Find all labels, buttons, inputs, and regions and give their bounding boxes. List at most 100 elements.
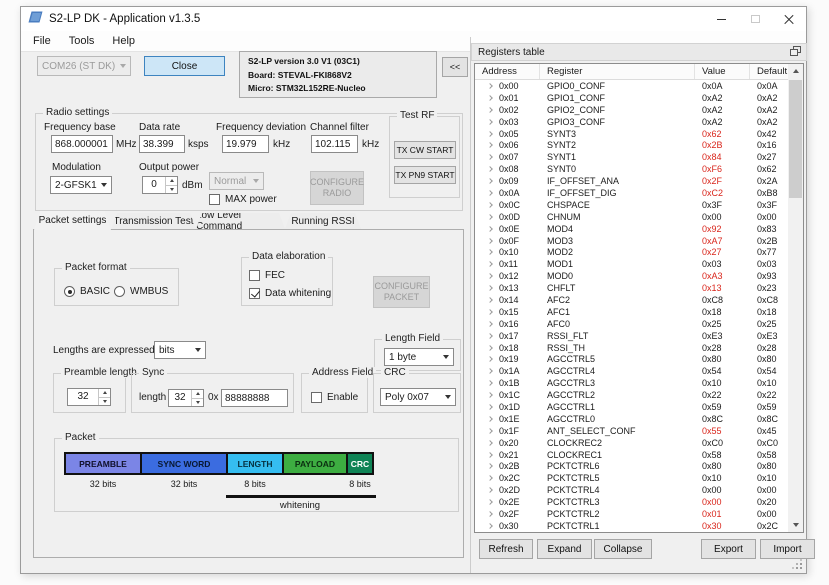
register-row[interactable]: 0x20CLOCKREC20xC00xC0 (475, 437, 790, 449)
expand-chevron-icon[interactable] (487, 392, 493, 398)
address-enable-checkbox[interactable] (311, 392, 322, 403)
expand-chevron-icon[interactable] (487, 357, 493, 363)
close-window-button[interactable] (772, 7, 806, 31)
register-row[interactable]: 0x2EPCKTCTRL30x000x20 (475, 496, 790, 508)
register-row[interactable]: 0x19AGCCTRL50x800x80 (475, 353, 790, 365)
expand-chevron-icon[interactable] (487, 416, 493, 422)
expand-chevron-icon[interactable] (487, 226, 493, 232)
register-row[interactable]: 0x1EAGCCTRL00x8C0x8C (475, 413, 790, 425)
expand-chevron-icon[interactable] (487, 143, 493, 149)
expand-chevron-icon[interactable] (487, 178, 493, 184)
tx-cw-start-button[interactable]: TX CW START (394, 141, 456, 159)
register-row[interactable]: 0x08SYNT00xF60x62 (475, 163, 790, 175)
register-row[interactable]: 0x1FANT_SELECT_CONF0x550x45 (475, 425, 790, 437)
close-connection-button[interactable]: Close (144, 56, 225, 76)
resize-grip[interactable] (792, 559, 802, 569)
refresh-button[interactable]: Refresh (479, 539, 533, 559)
register-row[interactable]: 0x07SYNT10x840x27 (475, 151, 790, 163)
menu-item-help[interactable]: Help (103, 33, 144, 49)
spin-down-icon[interactable] (166, 186, 177, 194)
expand-chevron-icon[interactable] (487, 309, 493, 315)
sync-word-input[interactable] (221, 389, 288, 407)
tab-transmission-test[interactable]: Transmission Test (111, 213, 196, 229)
register-row[interactable]: 0x0EMOD40x920x83 (475, 223, 790, 235)
data-whitening-checkbox[interactable] (249, 288, 260, 299)
register-row[interactable]: 0x00GPIO0_CONF0x0A0x0A (475, 80, 790, 92)
data-rate-input[interactable] (139, 135, 185, 153)
register-row[interactable]: 0x03GPIO3_CONF0xA20xA2 (475, 116, 790, 128)
expand-button[interactable]: Expand (537, 539, 592, 559)
expand-chevron-icon[interactable] (487, 404, 493, 410)
minimize-button[interactable] (704, 7, 738, 31)
expand-chevron-icon[interactable] (487, 297, 493, 303)
collapse-button[interactable]: Collapse (594, 539, 652, 559)
register-row[interactable]: 0x02GPIO2_CONF0xA20xA2 (475, 104, 790, 116)
tx-pn9-start-button[interactable]: TX PN9 START (394, 166, 456, 184)
frequency-deviation-input[interactable] (222, 135, 269, 153)
fec-checkbox[interactable] (249, 270, 260, 281)
expand-chevron-icon[interactable] (487, 511, 493, 517)
expand-chevron-icon[interactable] (487, 464, 493, 470)
export-button[interactable]: Export (701, 539, 756, 559)
scroll-up-icon[interactable] (788, 64, 803, 78)
configure-packet-button[interactable]: CONFIGURE PACKET (373, 276, 430, 308)
expand-chevron-icon[interactable] (487, 345, 493, 351)
register-row[interactable]: 0x13CHFLT0x130x23 (475, 282, 790, 294)
register-row[interactable]: 0x0AIF_OFFSET_DIG0xC20xB8 (475, 187, 790, 199)
maximize-button[interactable] (738, 7, 772, 31)
register-row[interactable]: 0x05SYNT30x620x42 (475, 128, 790, 140)
expand-chevron-icon[interactable] (487, 202, 493, 208)
wmbus-radio[interactable] (114, 286, 125, 297)
expand-chevron-icon[interactable] (487, 380, 493, 386)
expand-chevron-icon[interactable] (487, 107, 493, 113)
expand-chevron-icon[interactable] (487, 333, 493, 339)
vertical-scrollbar[interactable] (788, 64, 803, 532)
register-row[interactable]: 0x14AFC20xC80xC8 (475, 294, 790, 306)
menu-item-tools[interactable]: Tools (60, 33, 104, 49)
spin-up-icon[interactable] (166, 177, 177, 186)
scrollbar-thumb[interactable] (789, 80, 802, 198)
register-row[interactable]: 0x06SYNT20x2B0x16 (475, 139, 790, 151)
register-row[interactable]: 0x1CAGCCTRL20x220x22 (475, 389, 790, 401)
basic-radio[interactable] (64, 286, 75, 297)
register-row[interactable]: 0x21CLOCKREC10x580x58 (475, 449, 790, 461)
tab-low-level-command[interactable]: Low Level Command (196, 213, 285, 229)
sync-length-stepper[interactable]: 32 (168, 389, 204, 407)
register-row[interactable]: 0x17RSSI_FLT0xE30xE3 (475, 330, 790, 342)
column-header-register[interactable]: Register (540, 64, 695, 79)
register-row[interactable]: 0x11MOD10x030x03 (475, 258, 790, 270)
collapse-panel-button[interactable]: << (442, 57, 468, 77)
pane-splitter[interactable] (470, 37, 471, 573)
register-row[interactable]: 0x0CCHSPACE0x3F0x3F (475, 199, 790, 211)
tab-running-rssi[interactable]: Running RSSI (285, 213, 361, 229)
register-row[interactable]: 0x30PCKTCTRL10x300x2C (475, 520, 790, 532)
expand-chevron-icon[interactable] (487, 119, 493, 125)
register-row[interactable]: 0x16AFC00x250x25 (475, 318, 790, 330)
crc-poly-select[interactable]: Poly 0x07 (380, 388, 456, 406)
expand-chevron-icon[interactable] (487, 523, 493, 529)
configure-radio-button[interactable]: CONFIGURE RADIO (310, 171, 364, 205)
expand-chevron-icon[interactable] (487, 131, 493, 137)
tab-packet-settings[interactable]: Packet settings (34, 211, 111, 230)
expand-chevron-icon[interactable] (487, 261, 493, 267)
scroll-down-icon[interactable] (788, 518, 803, 532)
expand-chevron-icon[interactable] (487, 95, 493, 101)
register-row[interactable]: 0x0DCHNUM0x000x00 (475, 211, 790, 223)
expand-chevron-icon[interactable] (487, 83, 493, 89)
power-mode-select[interactable]: Normal (209, 172, 264, 190)
expand-chevron-icon[interactable] (487, 475, 493, 481)
expand-chevron-icon[interactable] (487, 321, 493, 327)
expand-chevron-icon[interactable] (487, 428, 493, 434)
spin-up-icon[interactable] (192, 390, 203, 399)
expand-chevron-icon[interactable] (487, 440, 493, 446)
expand-chevron-icon[interactable] (487, 452, 493, 458)
output-power-stepper[interactable]: 0 (142, 176, 178, 194)
register-row[interactable]: 0x01GPIO1_CONF0xA20xA2 (475, 92, 790, 104)
register-row[interactable]: 0x18RSSI_TH0x280x28 (475, 342, 790, 354)
length-field-select[interactable]: 1 byte (384, 348, 454, 366)
register-row[interactable]: 0x12MOD00xA30x93 (475, 270, 790, 282)
register-row[interactable]: 0x2FPCKTCTRL20x010x00 (475, 508, 790, 520)
column-header-address[interactable]: Address (475, 64, 540, 79)
expand-chevron-icon[interactable] (487, 166, 493, 172)
preamble-length-stepper[interactable]: 32 (67, 388, 111, 406)
